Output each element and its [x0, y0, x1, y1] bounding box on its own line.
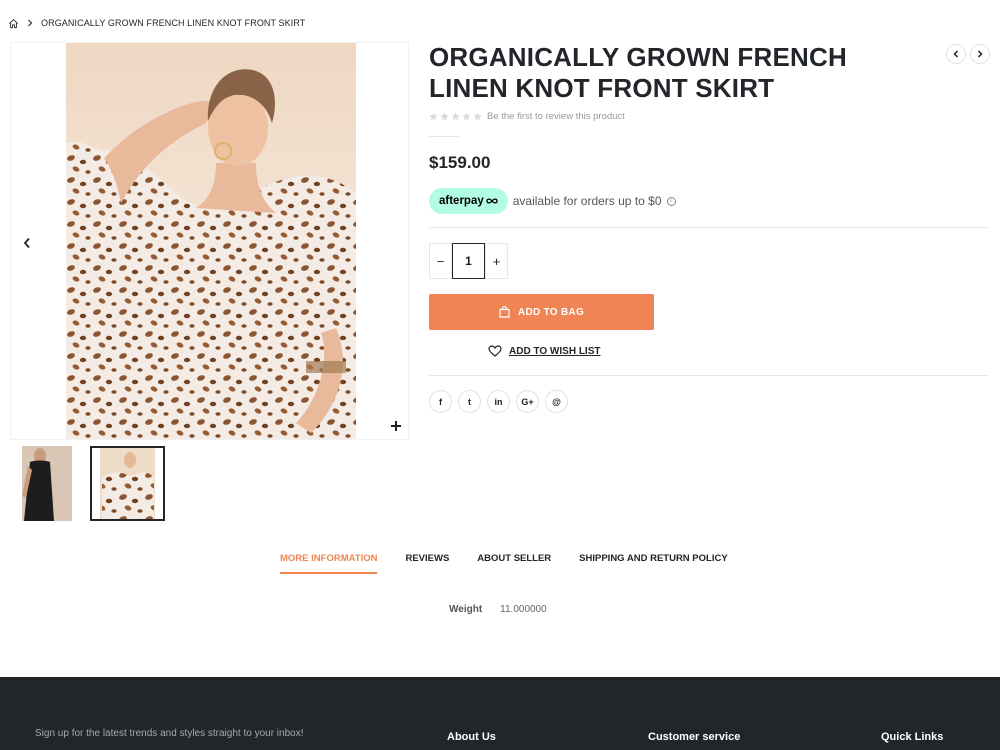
add-to-wishlist-link[interactable]: ADD TO WISH LIST — [488, 345, 600, 357]
thumbnail-black-dress[interactable] — [10, 446, 85, 521]
add-to-bag-label: ADD TO BAG — [517, 306, 585, 318]
tab-about-seller[interactable]: ABOUT SELLER — [477, 553, 551, 574]
rating-summary: Be the first to review this product — [429, 111, 625, 122]
divider — [429, 227, 988, 228]
footer-about-us[interactable]: About Us — [447, 731, 496, 743]
quantity-input[interactable] — [452, 243, 485, 279]
product-nav — [946, 44, 990, 64]
breadcrumb-current: ORGANICALLY GROWN FRENCH LINEN KNOT FRON… — [41, 18, 306, 28]
afterpay-brand: afterpay — [439, 195, 484, 207]
star-rating — [429, 112, 482, 121]
tab-reviews[interactable]: REVIEWS — [405, 553, 449, 574]
footer-quick-links[interactable]: Quick Links — [881, 731, 943, 743]
gallery-prev-button[interactable] — [17, 233, 37, 253]
star-icon — [451, 112, 460, 121]
quantity-stepper: − + — [429, 243, 508, 279]
twitter-icon[interactable]: t — [458, 390, 481, 413]
chevron-left-icon — [23, 237, 30, 249]
afterpay-message: afterpay available for orders up to $0 i — [429, 188, 676, 214]
linkedin-icon[interactable]: in — [487, 390, 510, 413]
star-icon — [473, 112, 482, 121]
email-icon[interactable]: @ — [545, 390, 568, 413]
wishlist-label: ADD TO WISH LIST — [509, 345, 601, 357]
divider — [429, 136, 459, 137]
newsletter-text: Sign up for the latest trends and styles… — [35, 728, 304, 739]
zoom-button[interactable] — [387, 417, 405, 435]
chevron-right-icon — [977, 50, 983, 58]
shopping-bag-icon — [499, 306, 510, 318]
prev-product-button[interactable] — [946, 44, 966, 64]
product-tabs: MORE INFORMATION REVIEWS ABOUT SELLER SH… — [280, 553, 728, 574]
tab-more-information[interactable]: MORE INFORMATION — [280, 553, 378, 574]
facebook-icon[interactable]: f — [429, 390, 452, 413]
product-price: $159.00 — [429, 153, 491, 172]
product-title: ORGANICALLY GROWN FRENCH LINEN KNOT FRON… — [429, 42, 847, 103]
product-main-image[interactable] — [66, 43, 356, 439]
attribute-value: 11.000000 — [500, 604, 547, 615]
star-icon — [440, 112, 449, 121]
chevron-right-icon — [27, 19, 33, 27]
attribute-label: Weight — [449, 604, 483, 615]
afterpay-badge[interactable]: afterpay — [429, 188, 508, 214]
social-share: f t in G+ @ — [429, 390, 568, 413]
google-plus-icon[interactable]: G+ — [516, 390, 539, 413]
heart-icon — [488, 345, 502, 357]
tab-shipping-return-policy[interactable]: SHIPPING AND RETURN POLICY — [579, 553, 728, 574]
footer-customer-service[interactable]: Customer service — [648, 731, 740, 743]
star-icon — [462, 112, 471, 121]
afterpay-loop-icon — [486, 198, 498, 204]
star-icon — [429, 112, 438, 121]
breadcrumb: ORGANICALLY GROWN FRENCH LINEN KNOT FRON… — [8, 16, 305, 30]
next-product-button[interactable] — [970, 44, 990, 64]
add-to-bag-button[interactable]: ADD TO BAG — [429, 294, 654, 330]
qty-increase-button[interactable]: + — [485, 243, 508, 279]
home-icon[interactable] — [8, 18, 19, 29]
review-prompt-link[interactable]: Be the first to review this product — [487, 111, 625, 122]
qty-decrease-button[interactable]: − — [429, 243, 452, 279]
divider — [429, 375, 988, 376]
plus-icon — [391, 421, 401, 431]
info-icon[interactable]: i — [666, 196, 676, 206]
product-gallery — [10, 42, 409, 440]
attribute-row: Weight 11.000000 — [449, 604, 547, 615]
afterpay-text: available for orders up to $0 — [512, 194, 662, 208]
chevron-left-icon — [953, 50, 959, 58]
footer: Sign up for the latest trends and styles… — [0, 677, 1000, 750]
thumbnail-leopard-dress[interactable] — [90, 446, 165, 521]
